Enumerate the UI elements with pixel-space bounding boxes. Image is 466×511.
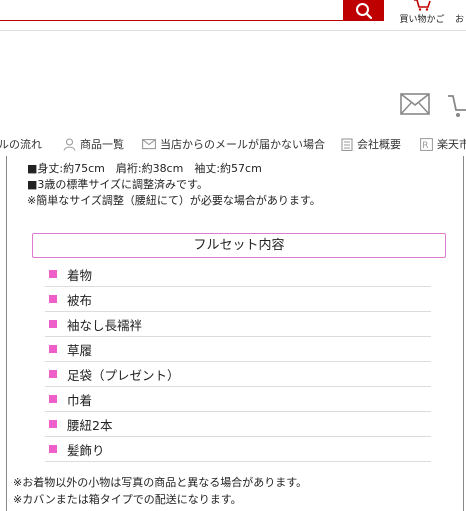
shipping-notes: ※お着物以外の小物は写真の商品と異なる場合があります。 ※カバンまたは箱タイプで… xyxy=(13,474,307,508)
note-line: ※カバンまたは箱タイプでの配送になります。 xyxy=(13,493,242,506)
cart-button[interactable]: 買い物かご xyxy=(396,0,448,25)
global-nav: ルの流れ 商品一覧 当店からのメールが届かない場合 会社概要 R 楽天市 xyxy=(0,136,466,156)
note-line: ※お着物以外の小物は写真の商品と異なる場合があります。 xyxy=(13,476,308,489)
list-item-label: 巾着 xyxy=(67,392,93,408)
list-item: 着物 xyxy=(45,262,431,287)
bullet-icon xyxy=(49,295,57,303)
nav-item-label: 当店からのメールが届かない場合 xyxy=(160,138,325,151)
list-item: 草履 xyxy=(45,337,431,362)
nav-item-label: ルの流れ xyxy=(0,138,42,151)
bullet-icon xyxy=(49,370,57,378)
person-icon xyxy=(63,137,76,151)
svg-text:R: R xyxy=(422,141,428,151)
nav-item-rakuten[interactable]: R 楽天市 xyxy=(420,136,466,152)
header-cut-label[interactable]: お xyxy=(455,12,464,25)
bullet-icon xyxy=(49,445,57,453)
list-item-label: 袖なし長襦袢 xyxy=(67,317,143,333)
fullset-list: 着物 被布 袖なし長襦袢 草履 足袋（プレゼント） 巾着 腰紐2本 髪飾り xyxy=(45,262,431,462)
mail-icon xyxy=(142,139,156,150)
list-item: 腰紐2本 xyxy=(45,412,431,437)
bullet-icon xyxy=(49,320,57,328)
nav-item-label: 楽天市 xyxy=(437,138,466,151)
nav-item-flow[interactable]: ルの流れ xyxy=(0,136,42,152)
list-item-label: 髪飾り xyxy=(67,442,105,458)
fullset-heading: フルセット内容 xyxy=(32,233,446,258)
list-item: 巾着 xyxy=(45,387,431,412)
search-button[interactable] xyxy=(344,0,384,21)
spec-line: ■3歳の標準サイズに調整済みです。 xyxy=(27,178,208,191)
size-spec: ■身丈:約75cm 肩裄:約38cm 袖丈:約57cm ■3歳の標準サイズに調整… xyxy=(27,161,321,209)
cart-label: 買い物かご xyxy=(399,15,445,25)
nav-item-products[interactable]: 商品一覧 xyxy=(63,136,124,152)
cart-icon xyxy=(414,0,431,11)
nav-item-mail-help[interactable]: 当店からのメールが届かない場合 xyxy=(142,136,325,152)
list-item: 被布 xyxy=(45,287,431,312)
bullet-icon xyxy=(49,270,57,278)
nav-item-label: 会社概要 xyxy=(357,138,401,151)
rakuten-icon: R xyxy=(420,137,433,151)
list-item-label: 腰紐2本 xyxy=(67,417,113,433)
header-divider xyxy=(0,30,466,31)
list-item-label: 着物 xyxy=(67,267,93,283)
spec-line: ■身丈:約75cm 肩裄:約38cm 袖丈:約57cm xyxy=(27,162,262,175)
bullet-icon xyxy=(49,395,57,403)
list-item: 足袋（プレゼント） xyxy=(45,362,431,387)
search-input[interactable] xyxy=(0,0,344,21)
cart-icon-large[interactable] xyxy=(446,92,466,118)
list-item: 袖なし長襦袢 xyxy=(45,312,431,337)
building-icon xyxy=(341,137,353,151)
nav-item-company[interactable]: 会社概要 xyxy=(341,136,401,152)
list-item-label: 被布 xyxy=(67,292,93,308)
list-item-label: 足袋（プレゼント） xyxy=(67,367,180,383)
spec-line: ※簡単なサイズ調整（腰紐にて）が必要な場合があります。 xyxy=(27,194,321,207)
nav-item-label: 商品一覧 xyxy=(80,138,124,151)
product-detail-box: ■身丈:約75cm 肩裄:約38cm 袖丈:約57cm ■3歳の標準サイズに調整… xyxy=(6,156,464,511)
list-item: 髪飾り xyxy=(45,437,431,462)
mail-icon[interactable] xyxy=(400,93,430,115)
bullet-icon xyxy=(49,420,57,428)
list-item-label: 草履 xyxy=(67,342,93,358)
bullet-icon xyxy=(49,345,57,353)
search-icon xyxy=(356,2,373,19)
